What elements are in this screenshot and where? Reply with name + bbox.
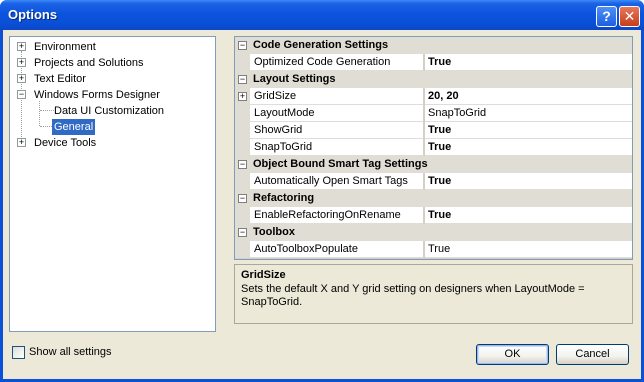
tree-guide-line <box>39 101 40 126</box>
tree-item-label: General <box>52 119 96 135</box>
checkbox-label[interactable]: Show all settings <box>29 346 112 359</box>
category-row-smart-tag-settings[interactable]: − Object Bound Smart Tag Settings <box>235 156 632 173</box>
property-description-pane: GridSize Sets the default X and Y grid s… <box>234 264 633 324</box>
tree-item-label: Device Tools <box>34 137 97 149</box>
row-gutter <box>235 105 250 122</box>
property-value[interactable]: 20, 20 <box>425 88 632 105</box>
property-value[interactable]: True <box>425 54 632 71</box>
close-button[interactable]: ✕ <box>619 6 640 27</box>
dialog-client-area: + Environment + Projects and Solutions +… <box>3 30 641 379</box>
expand-icon[interactable]: + <box>17 138 26 147</box>
tree-item-general[interactable]: General <box>52 119 212 135</box>
category-row-code-generation[interactable]: − Code Generation Settings <box>235 37 632 54</box>
property-value[interactable]: True <box>425 173 632 190</box>
help-icon: ? <box>602 8 611 24</box>
collapse-icon[interactable]: − <box>238 75 247 84</box>
row-gutter <box>235 54 250 71</box>
property-value[interactable]: True <box>425 207 632 224</box>
expand-icon[interactable]: + <box>17 58 26 67</box>
tree-item-device-tools[interactable]: + Device Tools <box>17 135 212 151</box>
property-name: SnapToGrid <box>250 139 424 156</box>
property-row-optimized-code-generation[interactable]: Optimized Code Generation True <box>235 54 632 71</box>
property-name: ShowGrid <box>250 122 424 139</box>
property-value[interactable]: SnapToGrid <box>425 105 632 122</box>
window-title: Options <box>8 7 58 22</box>
property-grid[interactable]: − Code Generation Settings Optimized Cod… <box>234 36 633 260</box>
row-gutter <box>235 139 250 156</box>
category-label: Code Generation Settings <box>253 39 389 51</box>
collapse-icon[interactable]: − <box>238 228 247 237</box>
property-name: EnableRefactoringOnRename <box>250 207 424 224</box>
collapse-icon[interactable]: − <box>17 90 26 99</box>
collapse-icon[interactable]: − <box>238 194 247 203</box>
tree-item-label: Windows Forms Designer <box>34 89 160 101</box>
category-label: Toolbox <box>253 226 295 238</box>
category-row-layout-settings[interactable]: − Layout Settings <box>235 71 632 88</box>
help-button[interactable]: ? <box>596 6 617 27</box>
ok-button[interactable]: OK <box>476 344 549 365</box>
property-name: GridSize <box>250 88 424 105</box>
description-text: Sets the default X and Y grid setting on… <box>241 283 585 308</box>
tree-item-label: Data UI Customization <box>54 105 165 117</box>
tree-item-windows-forms-designer[interactable]: − Windows Forms Designer <box>17 87 212 103</box>
tree-item-label: Projects and Solutions <box>34 57 144 69</box>
category-row-toolbox[interactable]: − Toolbox <box>235 224 632 241</box>
tree-item-environment[interactable]: + Environment <box>17 39 212 55</box>
collapse-icon[interactable]: − <box>238 160 247 169</box>
property-row-snaptogrid[interactable]: SnapToGrid True <box>235 139 632 156</box>
checkbox-box[interactable] <box>12 346 25 359</box>
category-label: Refactoring <box>253 192 315 204</box>
tree-item-label: Environment <box>34 41 96 53</box>
category-label: Layout Settings <box>253 73 336 85</box>
property-row-auto-toolbox-populate[interactable]: AutoToolboxPopulate True <box>235 241 632 258</box>
property-name: Automatically Open Smart Tags <box>250 173 424 190</box>
tree-item-label: Text Editor <box>34 73 86 85</box>
collapse-icon[interactable]: − <box>238 41 247 50</box>
options-dialog: Options ? ✕ + Environment + Projects and… <box>0 0 644 382</box>
cancel-button[interactable]: Cancel <box>556 344 629 365</box>
row-gutter <box>235 122 250 139</box>
options-tree[interactable]: + Environment + Projects and Solutions +… <box>9 36 216 332</box>
row-gutter <box>235 241 250 258</box>
property-row-auto-open-smart-tags[interactable]: Automatically Open Smart Tags True <box>235 173 632 190</box>
description-title: GridSize <box>241 269 286 281</box>
property-name: LayoutMode <box>250 105 424 122</box>
property-value[interactable]: True <box>425 122 632 139</box>
tree-item-projects-and-solutions[interactable]: + Projects and Solutions <box>17 55 212 71</box>
property-row-showgrid[interactable]: ShowGrid True <box>235 122 632 139</box>
property-name: Optimized Code Generation <box>250 54 424 71</box>
tree-item-data-ui-customization[interactable]: Data UI Customization <box>52 103 212 119</box>
property-name: AutoToolboxPopulate <box>250 241 424 258</box>
title-bar[interactable]: Options ? ✕ <box>0 0 644 30</box>
property-row-enable-refactoring-on-rename[interactable]: EnableRefactoringOnRename True <box>235 207 632 224</box>
expand-icon[interactable]: + <box>238 92 247 101</box>
expand-icon[interactable]: + <box>17 42 26 51</box>
property-row-layoutmode[interactable]: LayoutMode SnapToGrid <box>235 105 632 122</box>
tree-item-text-editor[interactable]: + Text Editor <box>17 71 212 87</box>
row-gutter <box>235 173 250 190</box>
category-row-refactoring[interactable]: − Refactoring <box>235 190 632 207</box>
property-value[interactable]: True <box>425 139 632 156</box>
property-row-gridsize[interactable]: + GridSize 20, 20 <box>235 88 632 105</box>
row-gutter <box>235 207 250 224</box>
category-label: Object Bound Smart Tag Settings <box>253 158 428 170</box>
property-value[interactable]: True <box>425 241 632 258</box>
expand-icon[interactable]: + <box>17 74 26 83</box>
close-icon: ✕ <box>623 8 636 24</box>
